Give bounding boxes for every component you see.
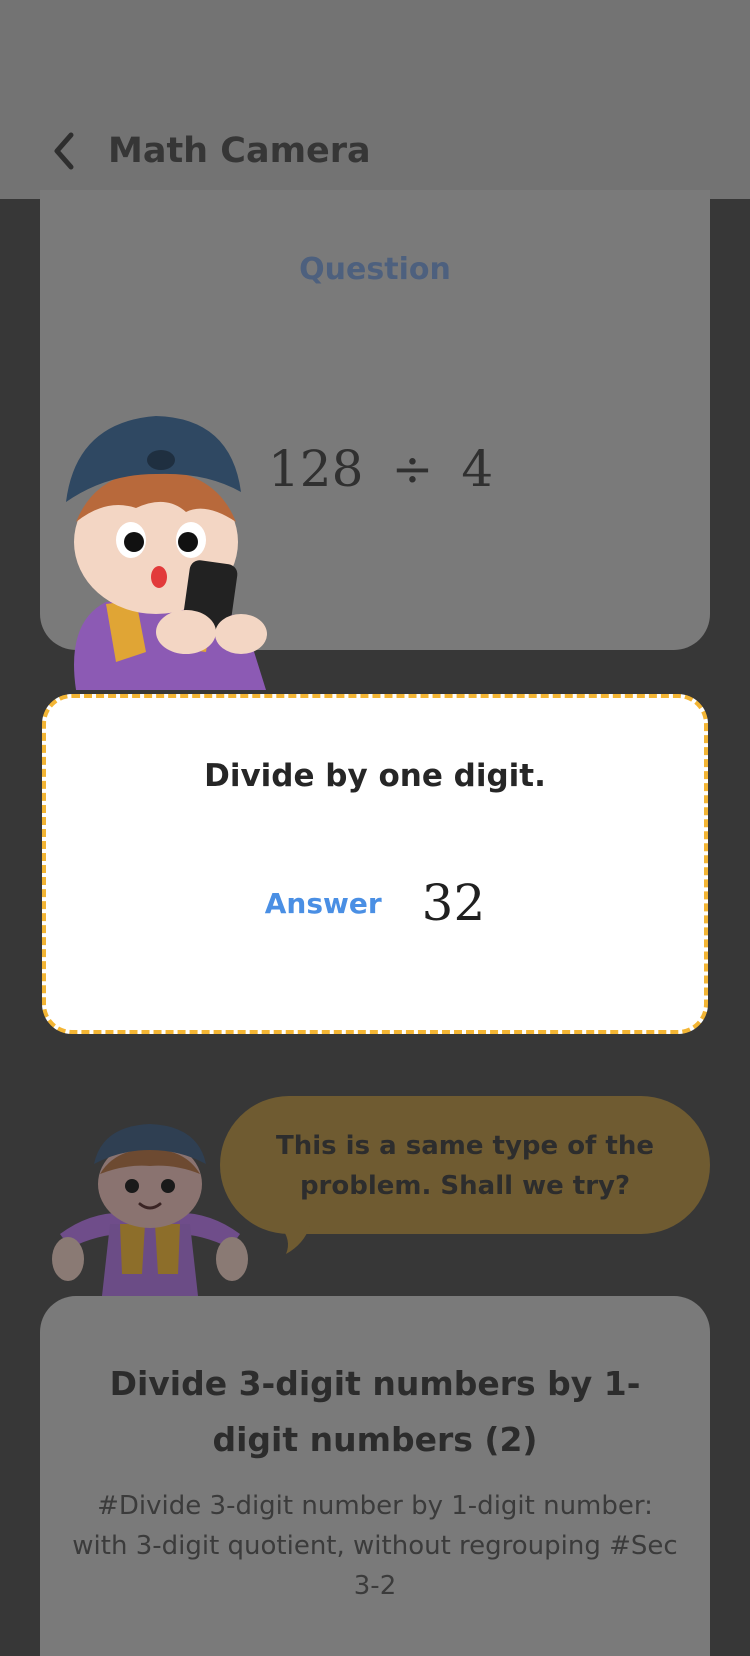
answer-row: Answer 32 bbox=[46, 874, 704, 932]
similar-problem-card[interactable]: Divide 3-digit numbers by 1-digit number… bbox=[40, 1296, 710, 1656]
speech-bubble-tail bbox=[280, 1226, 310, 1254]
lesson-title: Divide 3-digit numbers by 1-digit number… bbox=[109, 1364, 641, 1459]
lesson-tags: #Divide 3-digit number by 1-digit number… bbox=[72, 1491, 678, 1601]
mascot-phone-illustration bbox=[66, 416, 267, 690]
division-operator: ÷ bbox=[391, 440, 434, 498]
chevron-left-icon bbox=[54, 132, 74, 170]
question-expression: 128 ÷ 4 bbox=[268, 440, 493, 498]
answer-value: 32 bbox=[421, 874, 486, 932]
back-button[interactable] bbox=[44, 128, 84, 174]
answer-card: Divide by one digit. Answer 32 bbox=[42, 694, 708, 1034]
page-title: Math Camera bbox=[108, 131, 371, 171]
speech-bubble: This is a same type of the problem. Shal… bbox=[220, 1096, 710, 1234]
speech-bubble-text: This is a same type of the problem. Shal… bbox=[276, 1131, 654, 1201]
question-label: Question bbox=[299, 252, 451, 287]
answer-label: Answer bbox=[264, 886, 382, 920]
topic-title: Divide by one digit. bbox=[204, 758, 546, 794]
divisor: 4 bbox=[461, 440, 494, 498]
app-header: Math Camera bbox=[0, 0, 750, 199]
mascot-pointing-illustration bbox=[52, 1124, 248, 1296]
